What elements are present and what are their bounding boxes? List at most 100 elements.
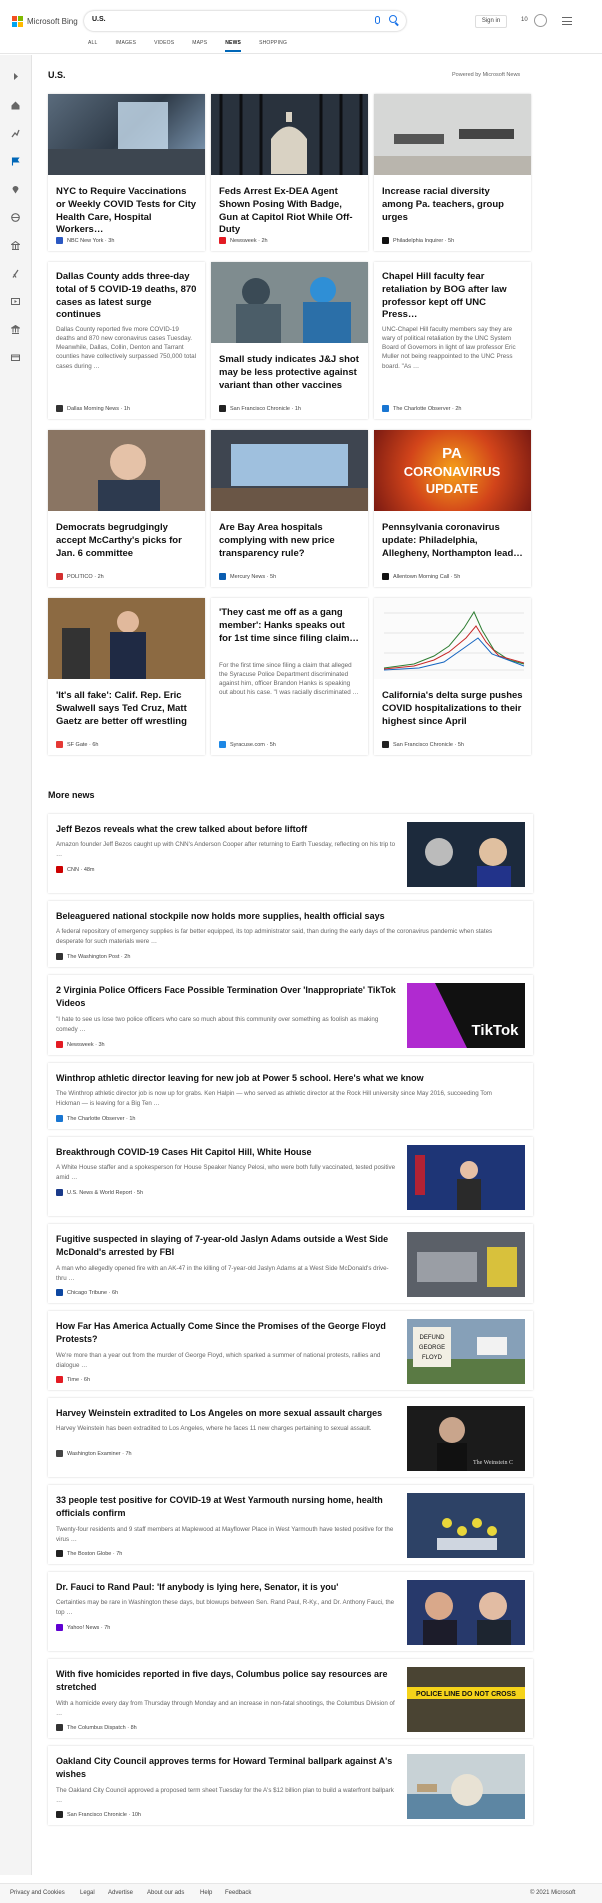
row-title[interactable]: 2 Virginia Police Officers Face Possible… <box>56 984 396 1010</box>
microphone-icon[interactable] <box>375 16 380 24</box>
footer-link-legal[interactable]: Legal <box>80 1890 95 1896</box>
search-box[interactable]: U.S. <box>84 11 406 31</box>
header: Microsoft Bing U.S. Sign in 10 ALL IMAGE… <box>0 0 602 54</box>
footer-link-help[interactable]: Help <box>200 1890 212 1896</box>
row-title[interactable]: Breakthrough COVID-19 Cases Hit Capitol … <box>56 1146 396 1159</box>
row-source: Time · 6h <box>56 1376 90 1383</box>
source-logo-icon <box>382 237 389 244</box>
row-image: POLICE LINE DO NOT CROSS <box>407 1667 525 1732</box>
card-title[interactable]: California's delta surge pushes COVID ho… <box>382 690 523 728</box>
news-row[interactable]: How Far Has America Actually Come Since … <box>48 1311 533 1390</box>
rewards-icon[interactable] <box>534 14 547 27</box>
news-row[interactable]: Fugitive suspected in slaying of 7-year-… <box>48 1224 533 1303</box>
news-card[interactable]: Small study indicates J&J shot may be le… <box>211 262 368 419</box>
tab-maps[interactable]: MAPS <box>192 40 207 52</box>
source-time: 2h <box>261 237 268 244</box>
card-source: San Francisco Chronicle · 1h <box>219 405 301 412</box>
news-card[interactable]: 'It's all fake': Calif. Rep. Eric Swalwe… <box>48 598 205 755</box>
news-row[interactable]: With five homicides reported in five day… <box>48 1659 533 1738</box>
news-row[interactable]: Oakland City Council approves terms for … <box>48 1746 533 1825</box>
card-title[interactable]: NYC to Require Vaccinations or Weekly CO… <box>56 186 197 237</box>
card-title[interactable]: Chapel Hill faculty fear retaliation by … <box>382 271 523 322</box>
source-name: The Charlotte Observer <box>67 1115 125 1122</box>
flag-icon[interactable] <box>11 153 20 166</box>
footer-link-advertise[interactable]: Advertise <box>108 1890 133 1896</box>
science-icon[interactable] <box>11 265 20 278</box>
source-time: 2h <box>97 573 104 580</box>
bank-icon[interactable] <box>9 321 22 334</box>
news-card[interactable]: NYC to Require Vaccinations or Weekly CO… <box>48 94 205 251</box>
news-row[interactable]: Beleaguered national stockpile now holds… <box>48 901 533 967</box>
globe-icon[interactable] <box>11 209 20 222</box>
location-icon[interactable] <box>11 181 20 194</box>
expand-icon[interactable] <box>11 68 20 80</box>
news-card[interactable]: Democrats begrudgingly accept McCarthy's… <box>48 430 205 587</box>
menu-icon[interactable] <box>562 17 572 28</box>
home-icon[interactable] <box>11 97 20 110</box>
row-title[interactable]: Fugitive suspected in slaying of 7-year-… <box>56 1233 396 1259</box>
news-card[interactable]: California's delta surge pushes COVID ho… <box>374 598 531 755</box>
card-title[interactable]: 'They cast me off as a gang member': Han… <box>219 607 360 645</box>
news-row[interactable]: Dr. Fauci to Rand Paul: 'If anybody is l… <box>48 1572 533 1651</box>
row-title[interactable]: Oakland City Council approves terms for … <box>56 1755 396 1781</box>
news-row[interactable]: Breakthrough COVID-19 Cases Hit Capitol … <box>48 1137 533 1216</box>
footer-link-feedback[interactable]: Feedback <box>225 1890 251 1896</box>
row-title[interactable]: Dr. Fauci to Rand Paul: 'If anybody is l… <box>56 1581 396 1594</box>
card-title[interactable]: Dallas County adds three-day total of 5 … <box>56 271 197 322</box>
row-source: The Columbus Dispatch · 8h <box>56 1724 137 1731</box>
search-icon[interactable] <box>389 15 397 23</box>
tab-news[interactable]: NEWS <box>225 40 242 52</box>
video-icon[interactable] <box>11 293 20 305</box>
news-row[interactable]: 33 people test positive for COVID-19 at … <box>48 1485 533 1564</box>
news-card[interactable]: 'They cast me off as a gang member': Han… <box>211 598 368 755</box>
source-time: 1h <box>294 405 301 412</box>
news-row[interactable]: Jeff Bezos reveals what the crew talked … <box>48 814 533 893</box>
row-title[interactable]: Winthrop athletic director leaving for n… <box>56 1072 516 1085</box>
tab-all[interactable]: ALL <box>88 40 98 52</box>
row-snippet: Amazon founder Jeff Bezos caught up with… <box>56 841 396 858</box>
politics-icon[interactable] <box>10 237 21 250</box>
card-source: Syracuse.com · 5h <box>219 741 276 748</box>
source-name: U.S. News & World Report <box>67 1189 133 1196</box>
row-image: TikTok <box>407 983 525 1048</box>
footer: Privacy and Cookies Legal Advertise Abou… <box>0 1883 602 1903</box>
footer-link-about-ads[interactable]: About our ads <box>147 1890 184 1896</box>
card-title[interactable]: Feds Arrest Ex-DEA Agent Shown Posing Wi… <box>219 186 360 237</box>
tab-videos[interactable]: VIDEOS <box>154 40 174 52</box>
search-input[interactable]: U.S. <box>92 16 332 23</box>
sign-in-button[interactable]: Sign in <box>475 15 507 28</box>
card-title[interactable]: Increase racial diversity among Pa. teac… <box>382 186 523 224</box>
footer-link-privacy[interactable]: Privacy and Cookies <box>10 1890 65 1896</box>
tab-images[interactable]: IMAGES <box>116 40 137 52</box>
card-title[interactable]: Small study indicates J&J shot may be le… <box>219 354 360 392</box>
card-title[interactable]: 'It's all fake': Calif. Rep. Eric Swalwe… <box>56 690 197 728</box>
news-card[interactable]: Chapel Hill faculty fear retaliation by … <box>374 262 531 419</box>
tab-shopping[interactable]: SHOPPING <box>259 40 287 52</box>
row-image <box>407 1493 525 1558</box>
card-title[interactable]: Pennsylvania coronavirus update: Philade… <box>382 522 523 560</box>
row-title[interactable]: Harvey Weinstein extradited to Los Angel… <box>56 1407 396 1420</box>
row-title[interactable]: 33 people test positive for COVID-19 at … <box>56 1494 396 1520</box>
rewards-points[interactable]: 10 <box>521 17 528 23</box>
row-title[interactable]: With five homicides reported in five day… <box>56 1668 396 1694</box>
news-row[interactable]: 2 Virginia Police Officers Face Possible… <box>48 975 533 1055</box>
scope-tabs: ALL IMAGES VIDEOS MAPS NEWS SHOPPING <box>88 40 305 52</box>
row-title[interactable]: How Far Has America Actually Come Since … <box>56 1320 396 1346</box>
source-name: San Francisco Chronicle <box>393 741 453 748</box>
trending-icon[interactable] <box>11 125 20 138</box>
news-card[interactable]: Feds Arrest Ex-DEA Agent Shown Posing Wi… <box>211 94 368 251</box>
news-card[interactable]: PA CORONAVIRUS UPDATE Pennsylvania coronav… <box>374 430 531 587</box>
news-row[interactable]: Winthrop athletic director leaving for n… <box>48 1063 533 1129</box>
card-title[interactable]: Democrats begrudgingly accept McCarthy's… <box>56 522 197 560</box>
image-text: DEFUND <box>420 1335 446 1341</box>
news-card[interactable]: Increase racial diversity among Pa. teac… <box>374 94 531 251</box>
news-row[interactable]: Harvey Weinstein extradited to Los Angel… <box>48 1398 533 1477</box>
card-icon[interactable] <box>11 349 20 361</box>
brand-name: Microsoft Bing <box>27 17 78 26</box>
news-card[interactable]: Dallas County adds three-day total of 5 … <box>48 262 205 419</box>
card-title[interactable]: Are Bay Area hospitals complying with ne… <box>219 522 360 560</box>
row-title[interactable]: Beleaguered national stockpile now holds… <box>56 910 516 923</box>
row-title[interactable]: Jeff Bezos reveals what the crew talked … <box>56 823 396 836</box>
news-card[interactable]: Are Bay Area hospitals complying with ne… <box>211 430 368 587</box>
bing-logo[interactable]: Microsoft Bing <box>12 16 78 27</box>
